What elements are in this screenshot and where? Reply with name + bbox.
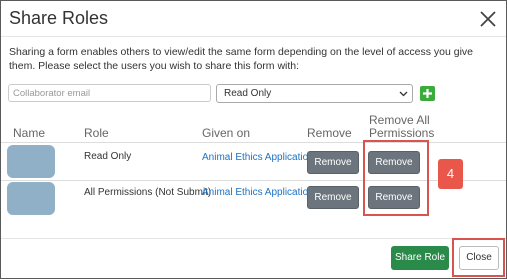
highlight-box — [363, 140, 429, 216]
row-given-on-link[interactable]: Animal Ethics Application — [202, 185, 314, 200]
highlight-box — [452, 238, 505, 277]
header-remove: Remove — [307, 126, 352, 140]
header-remove-all-permissions: Remove All Permissions — [369, 113, 435, 140]
dialog-description: Sharing a form enables others to view/ed… — [9, 46, 474, 72]
header-role: Role — [84, 126, 109, 140]
row-role: Read Only — [84, 151, 132, 162]
share-roles-dialog: Share Roles Sharing a form enables other… — [0, 0, 507, 279]
dialog-title: Share Roles — [9, 8, 109, 28]
avatar — [7, 145, 55, 178]
chevron-down-icon — [399, 91, 408, 97]
remove-button[interactable]: Remove — [307, 186, 359, 209]
share-role-button[interactable]: Share Role — [391, 246, 449, 270]
collaborator-email-input[interactable] — [8, 84, 211, 102]
access-level-select[interactable]: Read Only — [216, 84, 413, 103]
close-icon[interactable] — [479, 10, 497, 28]
avatar — [7, 182, 55, 215]
header-name: Name — [13, 126, 46, 140]
row-given-on-link[interactable]: Animal Ethics Application — [202, 150, 314, 165]
plus-icon — [423, 89, 432, 98]
header-divider — [1, 36, 506, 37]
add-collaborator-button[interactable] — [420, 86, 435, 101]
header-given-on: Given on — [202, 126, 251, 140]
table-row-divider — [1, 180, 506, 181]
access-level-value: Read Only — [224, 88, 272, 99]
row-role: All Permissions (Not Submit) — [84, 187, 212, 198]
footer-divider — [1, 238, 506, 239]
step-badge: 4 — [438, 159, 463, 189]
remove-button[interactable]: Remove — [307, 151, 359, 174]
table-header-divider — [1, 142, 506, 143]
